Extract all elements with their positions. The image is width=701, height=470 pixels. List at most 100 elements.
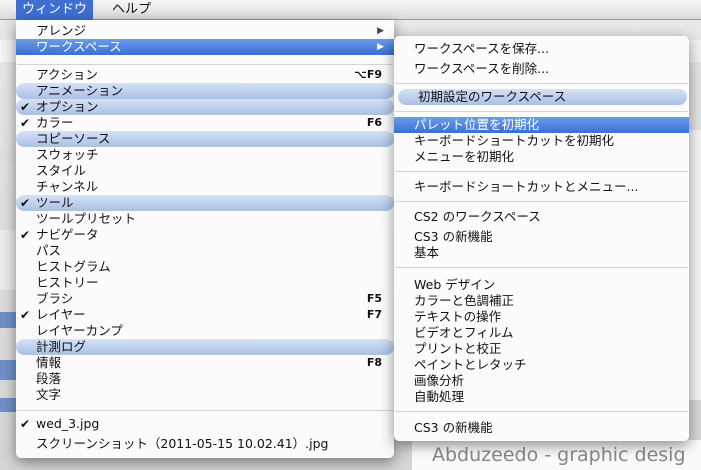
menu-item-cs2-workspace[interactable]: CS2 のワークスペース	[394, 209, 689, 225]
background-page-title: Abduzeedo - graphic desig	[412, 440, 701, 470]
submenu-arrow-icon: ▶	[377, 26, 384, 36]
menu-item-workspace[interactable]: ワークスペース ▶	[16, 39, 394, 55]
checkmark-icon: ✔	[20, 196, 31, 210]
menu-item-label: レイヤーカンプ	[36, 323, 123, 338]
menu-item-paragraph[interactable]: 段落	[16, 371, 394, 387]
menu-item-label: オプション	[36, 99, 99, 114]
menu-item-label: 自動処理	[414, 389, 465, 404]
menu-item-web-design[interactable]: Web デザイン	[394, 277, 689, 293]
menu-item-info[interactable]: 情報 F8	[16, 355, 394, 371]
menu-item-cs3-whats-new-2[interactable]: CS3 の新機能	[394, 420, 689, 436]
menu-item-working-with-type[interactable]: テキストの操作	[394, 309, 689, 325]
menu-item-label: CS2 のワークスペース	[414, 209, 541, 224]
menubar-help[interactable]: ヘルプ	[106, 0, 157, 20]
menu-item-label: wed_3.jpg	[36, 416, 100, 431]
menu-item-label: 画像分析	[414, 373, 465, 388]
menu-item-actions[interactable]: アクション ⌥F9	[16, 67, 394, 83]
menu-item-label: ブラシ	[36, 291, 74, 306]
menu-item-swatches[interactable]: スウォッチ	[16, 147, 394, 163]
menu-item-options[interactable]: ✔ オプション	[16, 99, 394, 115]
menu-item-label: カラー	[36, 115, 74, 130]
menu-item-cs3-whats-new[interactable]: CS3 の新機能	[394, 229, 689, 245]
menu-item-paint-and-retouch[interactable]: ペイントとレタッチ	[394, 357, 689, 373]
menu-item-brushes[interactable]: ブラシ F5	[16, 291, 394, 307]
menu-item-label: スウォッチ	[36, 147, 99, 162]
menu-item-image-analysis[interactable]: 画像分析	[394, 373, 689, 389]
menu-item-label: メニューを初期化	[414, 149, 515, 164]
menu-item-label: 情報	[36, 355, 62, 370]
menu-item-label: CS3 の新機能	[414, 420, 493, 435]
menu-item-label: スクリーンショット（2011-05-15 10.02.41）.jpg	[36, 436, 329, 451]
menu-item-label: カラーと色調補正	[414, 293, 515, 308]
menu-item-layer-comps[interactable]: レイヤーカンプ	[16, 323, 394, 339]
menu-separator	[395, 267, 688, 268]
menu-item-styles[interactable]: スタイル	[16, 163, 394, 179]
menu-item-shortcut: F8	[366, 356, 382, 369]
menu-item-clone-source[interactable]: コピーソース	[16, 131, 394, 147]
menu-item-label: 初期設定のワークスペース	[418, 89, 567, 104]
menu-item-label: ツールプリセット	[36, 211, 137, 226]
menu-item-default-workspace[interactable]: 初期設定のワークスペース	[398, 89, 687, 105]
menu-item-label: パス	[36, 243, 62, 258]
menu-item-label: ツール	[36, 195, 74, 210]
menu-item-shortcut: F6	[366, 116, 382, 129]
menu-item-label: 計測ログ	[36, 339, 87, 354]
menu-item-label: パレット位置を初期化	[414, 117, 540, 132]
window-menu: アレンジ ▶ ワークスペース ▶ アクション ⌥F9 アニメーション ✔ オプシ…	[16, 20, 394, 458]
menu-separator	[395, 171, 688, 172]
menu-item-label: ナビゲータ	[36, 227, 99, 242]
menu-item-label: ヒストグラム	[36, 259, 111, 274]
menu-item-character[interactable]: 文字	[16, 387, 394, 403]
menu-item-label: コピーソース	[36, 131, 111, 146]
menu-item-tools[interactable]: ✔ ツール	[16, 195, 394, 211]
menu-item-keyboard-shortcuts-and-menus[interactable]: キーボードショートカットとメニュー...	[394, 179, 689, 195]
checkmark-icon: ✔	[20, 308, 31, 322]
menu-item-label: ビデオとフィルム	[414, 325, 514, 340]
menu-item-label: ワークスペースを削除...	[414, 61, 550, 76]
menu-item-delete-workspace[interactable]: ワークスペースを削除...	[394, 61, 689, 77]
menu-item-label: CS3 の新機能	[414, 229, 493, 244]
menu-item-label: ワークスペースを保存...	[414, 41, 550, 56]
workspace-submenu: ワークスペースを保存... ワークスペースを削除... 初期設定のワークスペース…	[394, 36, 689, 441]
menu-item-histogram[interactable]: ヒストグラム	[16, 259, 394, 275]
menu-item-label: 文字	[36, 387, 62, 402]
menu-item-document-wed3[interactable]: ✔ wed_3.jpg	[16, 416, 394, 432]
menu-item-label: 段落	[36, 371, 62, 386]
menu-item-shortcut: F7	[366, 308, 382, 321]
menu-item-label: プリントと校正	[414, 341, 502, 356]
menu-item-basic[interactable]: 基本	[394, 245, 689, 261]
menu-item-paths[interactable]: パス	[16, 243, 394, 259]
menu-item-reset-menus[interactable]: メニューを初期化	[394, 149, 689, 165]
menu-separator	[17, 64, 393, 65]
checkmark-icon: ✔	[20, 417, 31, 431]
menubar-window[interactable]: ウィンドウ	[16, 0, 94, 20]
menu-item-print-and-proof[interactable]: プリントと校正	[394, 341, 689, 357]
menu-item-video-and-film[interactable]: ビデオとフィルム	[394, 325, 689, 341]
menu-item-save-workspace[interactable]: ワークスペースを保存...	[394, 41, 689, 57]
menu-item-history[interactable]: ヒストリー	[16, 275, 394, 291]
menu-item-reset-keyboard-shortcuts[interactable]: キーボードショートカットを初期化	[394, 133, 689, 149]
menu-item-layers[interactable]: ✔ レイヤー F7	[16, 307, 394, 323]
menu-item-label: スタイル	[36, 163, 87, 178]
menu-item-label: テキストの操作	[414, 309, 502, 324]
menu-separator	[17, 410, 393, 411]
menu-item-tool-presets[interactable]: ツールプリセット	[16, 211, 394, 227]
menu-item-automation[interactable]: 自動処理	[394, 389, 689, 405]
menu-item-document-screenshot[interactable]: スクリーンショット（2011-05-15 10.02.41）.jpg	[16, 436, 394, 452]
menu-item-navigator[interactable]: ✔ ナビゲータ	[16, 227, 394, 243]
checkmark-icon: ✔	[20, 116, 31, 130]
menu-item-reset-palette-locations[interactable]: パレット位置を初期化	[394, 117, 689, 133]
menu-item-color-and-tone[interactable]: カラーと色調補正	[394, 293, 689, 309]
menu-item-label: チャンネル	[36, 179, 99, 194]
menu-item-color[interactable]: ✔ カラー F6	[16, 115, 394, 131]
menu-bar: ウィンドウ ヘルプ	[0, 0, 701, 20]
submenu-arrow-icon: ▶	[377, 42, 384, 52]
menu-item-measurement-log[interactable]: 計測ログ	[16, 339, 394, 355]
menu-item-label: アクション	[36, 67, 98, 82]
menu-item-animation[interactable]: アニメーション	[16, 83, 394, 99]
menu-item-arrange[interactable]: アレンジ ▶	[16, 23, 394, 39]
menu-item-label: アニメーション	[36, 83, 124, 98]
menu-item-channels[interactable]: チャンネル	[16, 179, 394, 195]
menu-separator	[395, 111, 688, 112]
menu-separator	[395, 83, 688, 84]
